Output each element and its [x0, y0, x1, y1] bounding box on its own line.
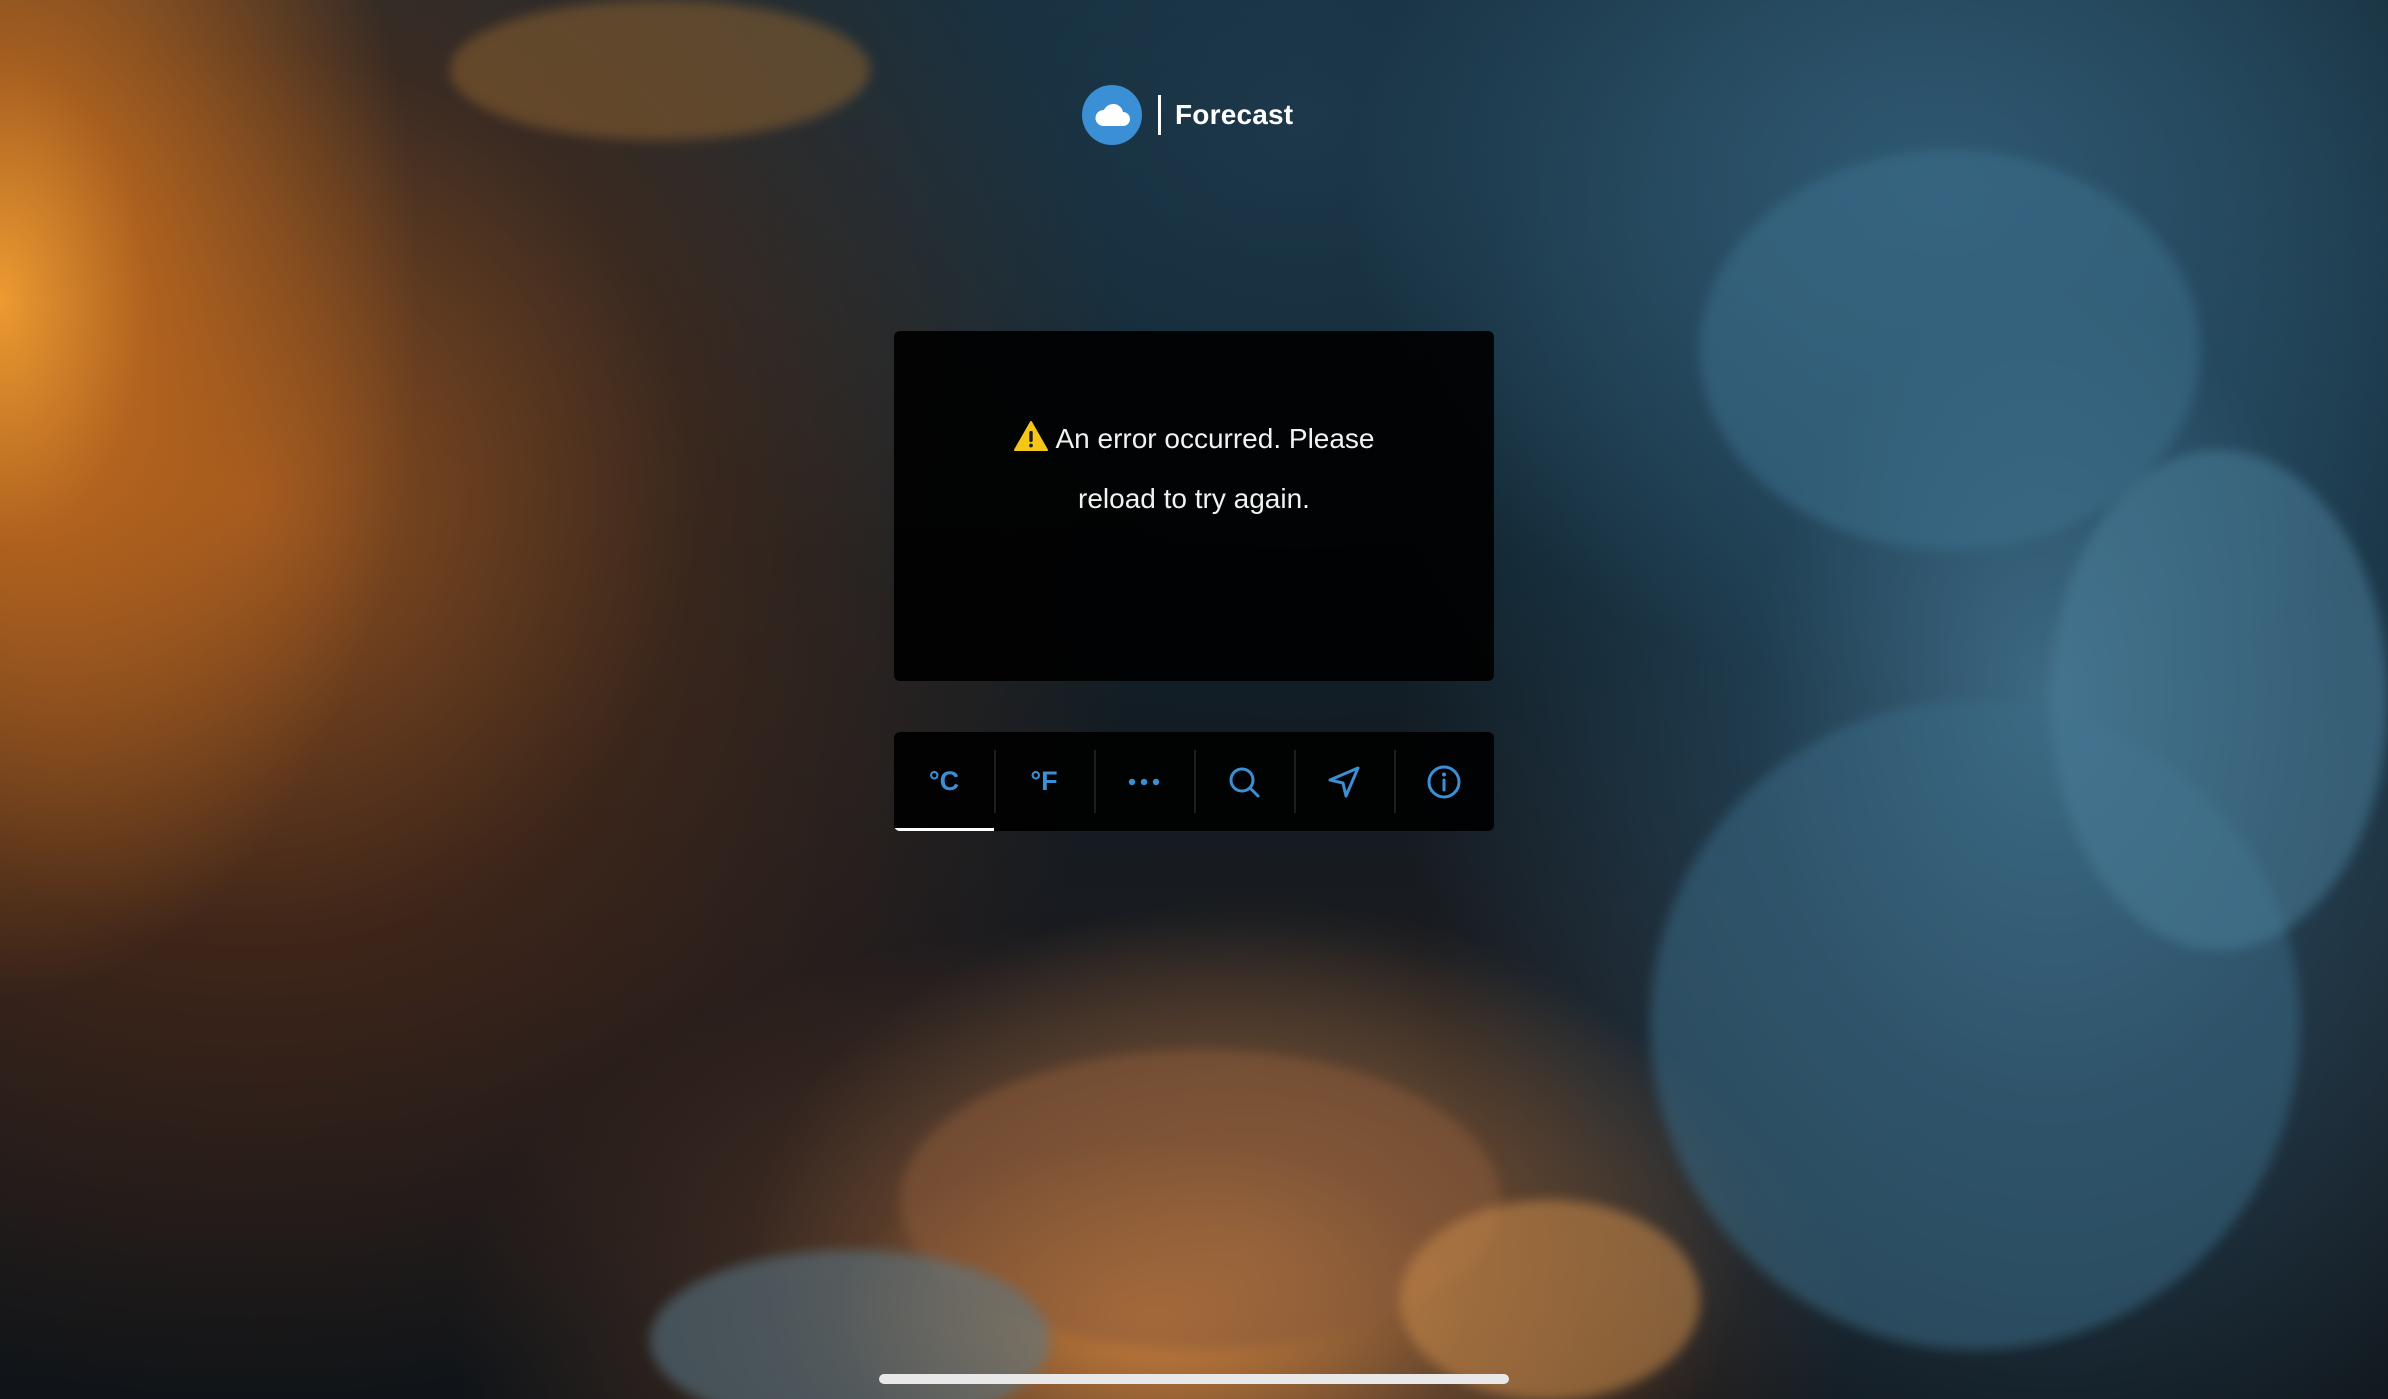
- search-icon: [1229, 767, 1260, 797]
- info-icon: [1427, 765, 1461, 798]
- app-title: Forecast: [1175, 99, 1294, 130]
- home-indicator[interactable]: [879, 1374, 1509, 1384]
- search-button[interactable]: [1194, 732, 1294, 831]
- header-divider: [1158, 95, 1161, 135]
- warning-icon: [1013, 415, 1049, 471]
- fahrenheit-label: °F: [1030, 766, 1058, 796]
- cloud-icon: [1082, 85, 1142, 145]
- fahrenheit-button[interactable]: °F: [994, 732, 1094, 831]
- location-button[interactable]: [1294, 732, 1394, 831]
- cloud-shape: [450, 0, 870, 140]
- more-icon: [1128, 778, 1160, 785]
- cloud-shape: [1400, 1200, 1700, 1399]
- location-arrow-icon: [1328, 766, 1360, 797]
- cloud-shape: [2050, 450, 2388, 950]
- app-header: Forecast: [1082, 84, 1293, 146]
- error-message: An error occurred. Please reload to try …: [1055, 423, 1375, 514]
- celsius-label: °C: [928, 766, 960, 796]
- cloud-shape: [1700, 150, 2200, 550]
- error-card: An error occurred. Please reload to try …: [894, 331, 1494, 681]
- background-image: [0, 0, 2388, 1399]
- toolbar: °C °F: [894, 732, 1494, 831]
- error-message-container: An error occurred. Please reload to try …: [994, 411, 1394, 527]
- info-button[interactable]: [1394, 732, 1494, 831]
- more-button[interactable]: [1094, 732, 1194, 831]
- celsius-button[interactable]: °C: [894, 732, 994, 831]
